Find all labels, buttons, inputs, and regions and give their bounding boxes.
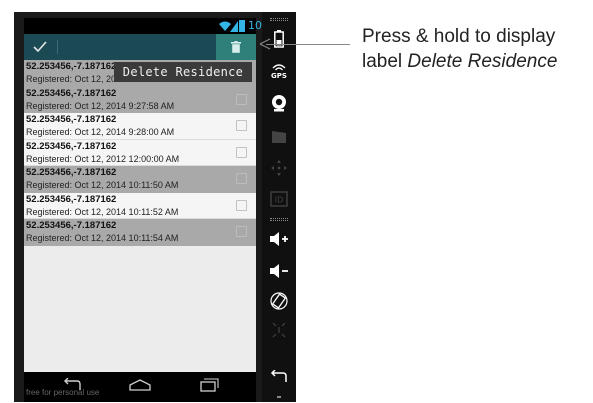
row-checkbox[interactable] xyxy=(236,146,247,158)
row-checkbox[interactable] xyxy=(236,173,247,184)
done-button[interactable] xyxy=(24,34,56,60)
delete-residence-tooltip: Delete Residence xyxy=(114,62,252,82)
signal-icon xyxy=(230,21,238,32)
status-bar: 10:12 xyxy=(24,18,280,34)
row-checkbox[interactable] xyxy=(236,226,247,237)
home-icon[interactable] xyxy=(128,378,152,392)
battery-icon xyxy=(239,20,245,32)
list-item[interactable]: 52.253456,-7.187162 Registered: Oct 12, … xyxy=(24,86,256,113)
screen-record-control[interactable] xyxy=(262,126,296,148)
contextual-action-bar xyxy=(24,34,256,60)
battery-icon xyxy=(274,30,284,48)
gps-label: GPS xyxy=(271,72,287,80)
row-registered: Registered: Oct 12, 2014 9:27:58 AM xyxy=(26,100,175,111)
id-card-icon: ID xyxy=(270,191,288,207)
rotate-button[interactable] xyxy=(262,290,296,312)
residence-list: 52.253456,-7.187162 Registered: Oct 12, … xyxy=(24,60,256,372)
pinch-zoom-icon xyxy=(272,322,286,338)
list-item[interactable]: 52.253456,-7.187162 Registered: Oct 12, … xyxy=(24,139,256,166)
arrow-head-icon xyxy=(259,38,271,50)
check-icon xyxy=(33,41,47,53)
callout-line-2: label Delete Residence xyxy=(362,51,557,73)
row-registered: Registered: Oct 12, 2014 9:28:00 AM xyxy=(26,127,175,137)
back-icon xyxy=(270,370,287,382)
multitouch-control[interactable] xyxy=(262,318,296,342)
more-indicator xyxy=(277,396,281,398)
row-coordinates: 52.253456,-7.187162 xyxy=(26,167,117,178)
row-registered: Registered: Oct 12, 2014 xyxy=(26,74,127,84)
list-item[interactable]: 52.253456,-7.187162 Registered: Oct 12, … xyxy=(24,113,256,140)
row-checkbox[interactable] xyxy=(236,199,247,211)
delete-button[interactable] xyxy=(216,34,256,60)
row-registered: Registered: Oct 12, 2012 12:00:00 AM xyxy=(26,153,180,164)
emulator-back-button[interactable] xyxy=(262,366,296,388)
grip-handle[interactable] xyxy=(270,18,288,21)
row-registered: Registered: Oct 12, 2014 10:11:52 AM xyxy=(26,206,179,217)
volume-down-button[interactable] xyxy=(262,260,296,282)
action-bar-divider xyxy=(57,40,58,54)
gps-control[interactable]: GPS xyxy=(262,58,296,86)
volume-down-icon xyxy=(270,264,288,278)
callout-arrow xyxy=(266,44,350,45)
row-registered: Registered: Oct 12, 2014 10:11:54 AM xyxy=(26,233,179,243)
grip-handle[interactable] xyxy=(270,218,288,221)
callout-line-1: Press & hold to display xyxy=(362,26,556,47)
webcam-icon xyxy=(272,95,286,112)
recent-apps-icon[interactable] xyxy=(196,378,220,392)
list-item[interactable]: 52.253456,-7.187162 Registered: Oct 12, … xyxy=(24,166,256,193)
clapperboard-icon xyxy=(272,131,286,143)
row-coordinates: 52.253456,-7.187162 xyxy=(26,220,117,231)
rotate-icon xyxy=(270,292,288,310)
dpad-icon xyxy=(271,160,287,176)
emulator-controls: GPS ID xyxy=(262,12,296,402)
callout-italic-label: Delete Residence xyxy=(407,51,558,72)
row-coordinates: 52.253456,-7.187162 xyxy=(26,61,117,72)
device-id-control[interactable]: ID xyxy=(262,188,296,210)
volume-up-icon xyxy=(270,232,288,246)
list-item[interactable]: 52.253456,-7.187162 Registered: Oct 12, … xyxy=(24,219,256,246)
camera-control[interactable] xyxy=(262,92,296,114)
row-checkbox[interactable] xyxy=(236,120,247,131)
trash-icon xyxy=(231,41,241,53)
volume-up-button[interactable] xyxy=(262,228,296,250)
row-coordinates: 52.253456,-7.187162 xyxy=(26,193,117,205)
gps-signal-icon xyxy=(272,64,286,71)
navigation-bar: free for personal use xyxy=(24,372,256,402)
row-registered: Registered: Oct 12, 2014 10:11:50 AM xyxy=(26,180,179,190)
row-coordinates: 52.253456,-7.187162 xyxy=(26,140,117,152)
back-icon[interactable] xyxy=(60,378,84,392)
callout-prefix: label xyxy=(362,51,408,72)
row-coordinates: 52.253456,-7.187162 xyxy=(26,114,117,125)
dpad-control[interactable] xyxy=(262,158,296,178)
row-checkbox[interactable] xyxy=(236,93,247,105)
list-item[interactable]: 52.253456,-7.187162 Registered: Oct 12, … xyxy=(24,192,256,219)
id-label: ID xyxy=(275,196,284,205)
row-coordinates: 52.253456,-7.187162 xyxy=(26,87,117,99)
